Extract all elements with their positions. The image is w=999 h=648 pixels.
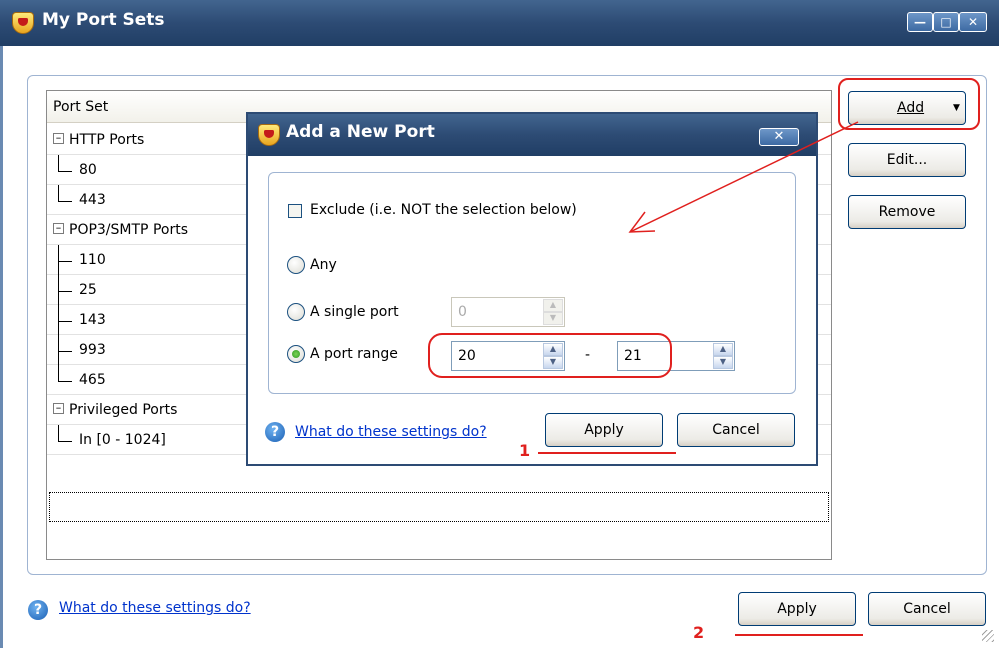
annotation-arrow [628, 121, 859, 233]
